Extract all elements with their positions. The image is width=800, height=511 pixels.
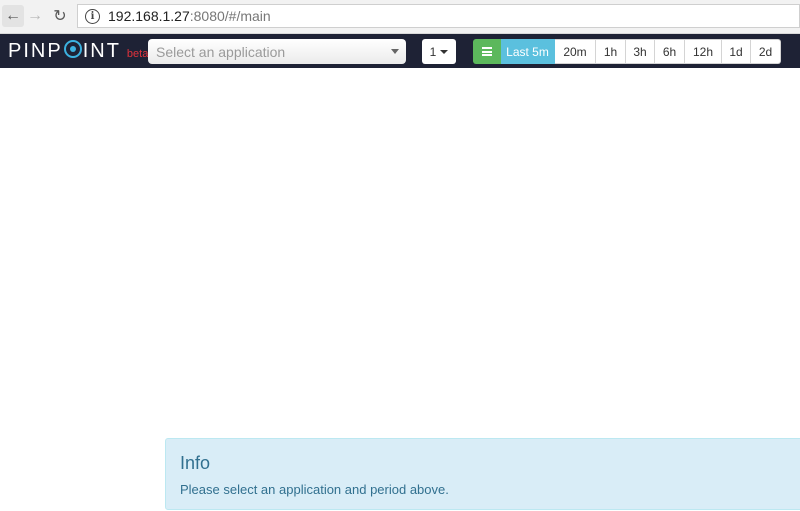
period-selector: Last 5m 20m 1h 3h 6h 12h 1d 2d — [473, 39, 781, 64]
url-path: :8080/#/main — [189, 8, 271, 24]
count-dropdown[interactable]: 1 — [422, 39, 456, 64]
list-view-button[interactable] — [473, 39, 501, 64]
info-alert: Info Please select an application and pe… — [165, 438, 800, 510]
browser-toolbar: ← → ↻ i 192.168.1.27:8080/#/main — [0, 0, 800, 34]
period-button-3h[interactable]: 3h — [626, 39, 655, 64]
period-button-1d[interactable]: 1d — [722, 39, 751, 64]
caret-down-icon — [440, 49, 449, 54]
url-host: 192.168.1.27 — [108, 8, 190, 24]
back-arrow-icon[interactable]: ← — [2, 5, 24, 27]
period-button-last-5m[interactable]: Last 5m — [501, 39, 555, 64]
pinpoint-logo[interactable]: PINP INT beta — [8, 39, 148, 63]
period-button-1h[interactable]: 1h — [596, 39, 626, 64]
address-bar[interactable]: i 192.168.1.27:8080/#/main — [77, 4, 800, 28]
period-button-2d[interactable]: 2d — [751, 39, 781, 64]
count-value: 1 — [429, 44, 437, 59]
info-message: Please select an application and period … — [180, 482, 449, 497]
period-button-20m[interactable]: 20m — [555, 39, 596, 64]
chevron-down-icon — [391, 49, 399, 54]
info-title: Info — [180, 453, 211, 473]
reload-icon[interactable]: ↻ — [49, 5, 71, 27]
period-button-12h[interactable]: 12h — [685, 39, 722, 64]
logo-text-start: PINP — [8, 40, 63, 62]
logo-text-end: INT — [82, 40, 121, 62]
app-navbar: PINP INT beta Select an application 1 Las… — [0, 34, 800, 68]
beta-badge: beta — [126, 48, 149, 60]
logo-target-icon — [63, 40, 82, 58]
info-circle-icon[interactable]: i — [85, 8, 100, 24]
application-select[interactable]: Select an application — [148, 39, 406, 64]
forward-arrow-icon[interactable]: → — [24, 5, 46, 27]
application-select-placeholder: Select an application — [156, 43, 286, 60]
period-button-6h[interactable]: 6h — [655, 39, 685, 64]
list-icon — [482, 47, 492, 56]
